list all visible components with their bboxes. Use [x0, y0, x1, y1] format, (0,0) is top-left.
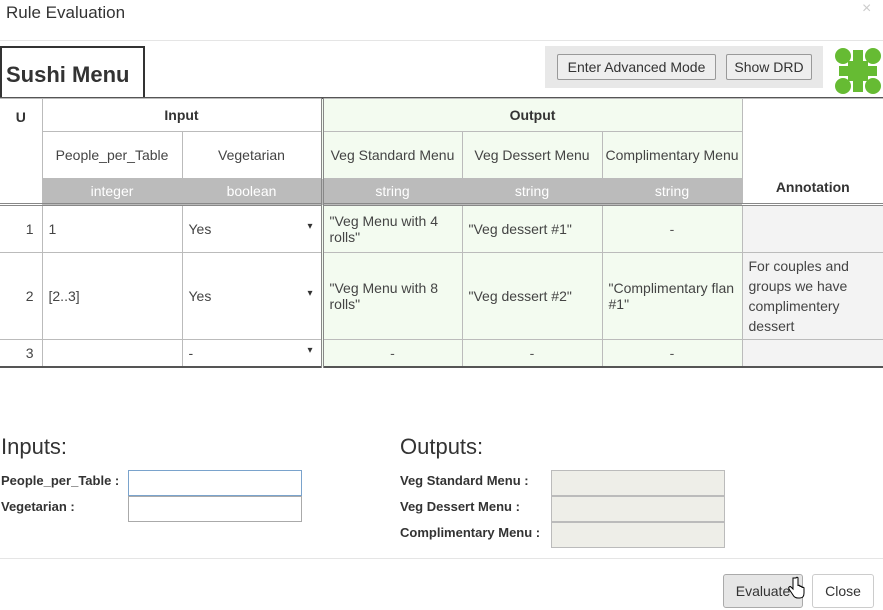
- dialog-title: Rule Evaluation: [6, 3, 126, 22]
- cell-vegetarian-select[interactable]: ▾ Yes: [181, 204, 324, 253]
- input-column-vegetarian[interactable]: Vegetarian: [181, 131, 324, 179]
- header-divider: [0, 40, 883, 41]
- hit-policy[interactable]: U: [0, 98, 43, 205]
- type-veg-dessert-menu: string: [461, 178, 603, 205]
- outputs-heading: Outputs:: [400, 434, 484, 459]
- cell-complimentary-menu[interactable]: -: [601, 339, 743, 367]
- cell-veg-dessert-menu[interactable]: -: [461, 339, 603, 367]
- cell-vegetarian-select[interactable]: ▾ -: [181, 339, 324, 367]
- table-toolbar: Enter Advanced Mode Show DRD: [545, 46, 823, 88]
- output-column-veg-dessert-menu[interactable]: Veg Dessert Menu: [461, 131, 603, 179]
- cell-annotation[interactable]: [741, 204, 883, 253]
- dropdown-arrow-icon[interactable]: ▾: [307, 345, 312, 356]
- veg-standard-menu-output: [551, 470, 725, 496]
- cell-annotation[interactable]: For couples and groups we have complimen…: [741, 252, 883, 340]
- annotation-header: Annotation: [741, 98, 883, 205]
- people-per-table-input[interactable]: [128, 470, 302, 496]
- output-group-header: Output: [321, 98, 743, 132]
- cell-people-per-table[interactable]: [41, 339, 183, 367]
- vegetarian-label: Vegetarian :: [1, 499, 75, 514]
- type-people-per-table: integer: [41, 178, 183, 205]
- veg-dessert-menu-output: [551, 496, 725, 522]
- cell-veg-dessert-menu[interactable]: "Veg dessert #2": [461, 252, 603, 340]
- type-vegetarian: boolean: [181, 178, 324, 205]
- cell-veg-dessert-menu[interactable]: "Veg dessert #1": [461, 204, 603, 253]
- close-button[interactable]: Close: [812, 574, 874, 608]
- cell-veg-standard-menu[interactable]: -: [321, 339, 463, 367]
- output-column-veg-standard-menu[interactable]: Veg Standard Menu: [321, 131, 463, 179]
- complimentary-menu-label: Complimentary Menu :: [400, 525, 541, 540]
- decision-table-name: Sushi Menu: [0, 46, 145, 98]
- close-icon[interactable]: ×: [862, 0, 871, 18]
- input-column-people-per-table[interactable]: People_per_Table: [41, 131, 183, 179]
- cell-people-per-table[interactable]: 1: [41, 204, 183, 253]
- cell-vegetarian-select[interactable]: ▾ Yes: [181, 252, 324, 340]
- hand-cursor-icon: [788, 576, 805, 599]
- cell-complimentary-menu[interactable]: -: [601, 204, 743, 253]
- cell-complimentary-menu[interactable]: "Complimentary flan #1": [601, 252, 743, 340]
- output-column-complimentary-menu[interactable]: Complimentary Menu: [601, 131, 743, 179]
- cell-veg-standard-menu[interactable]: "Veg Menu with 8 rolls": [321, 252, 463, 340]
- row-number: 2: [0, 252, 43, 340]
- veg-dessert-menu-label: Veg Dessert Menu :: [400, 499, 520, 514]
- cell-veg-standard-menu[interactable]: "Veg Menu with 4 rolls": [321, 204, 463, 253]
- type-veg-standard-menu: string: [321, 178, 463, 205]
- cell-vegetarian-value: Yes: [188, 288, 212, 304]
- veg-standard-menu-label: Veg Standard Menu :: [400, 473, 529, 488]
- complimentary-menu-output: [551, 522, 725, 548]
- inputs-heading: Inputs:: [1, 434, 68, 459]
- input-group-header: Input: [41, 98, 324, 132]
- cell-vegetarian-value: -: [188, 344, 194, 361]
- people-per-table-label: People_per_Table :: [1, 473, 120, 488]
- table-row: 1 1 ▾ Yes "Veg Menu with 4 rolls" "Veg de…: [0, 204, 883, 253]
- decision-table: U Input Output Annotation People_per_Tab…: [0, 98, 883, 368]
- dropdown-arrow-icon[interactable]: ▾: [307, 288, 312, 299]
- puzzle-logo-icon: [833, 46, 883, 96]
- cell-vegetarian-value: Yes: [188, 221, 212, 237]
- cell-people-per-table[interactable]: [2..3]: [41, 252, 183, 340]
- type-complimentary-menu: string: [601, 178, 743, 205]
- footer-divider: [0, 558, 883, 559]
- cell-annotation[interactable]: [741, 339, 883, 367]
- table-row: 2 [2..3] ▾ Yes "Veg Menu with 8 rolls" "V…: [0, 252, 883, 340]
- dropdown-arrow-icon[interactable]: ▾: [307, 221, 312, 232]
- vegetarian-input[interactable]: [128, 496, 302, 522]
- row-number: 1: [0, 204, 43, 253]
- table-row: 3 ▾ - - - -: [0, 339, 883, 367]
- row-number: 3: [0, 339, 43, 367]
- show-drd-button[interactable]: Show DRD: [726, 54, 812, 80]
- enter-advanced-mode-button[interactable]: Enter Advanced Mode: [557, 54, 716, 80]
